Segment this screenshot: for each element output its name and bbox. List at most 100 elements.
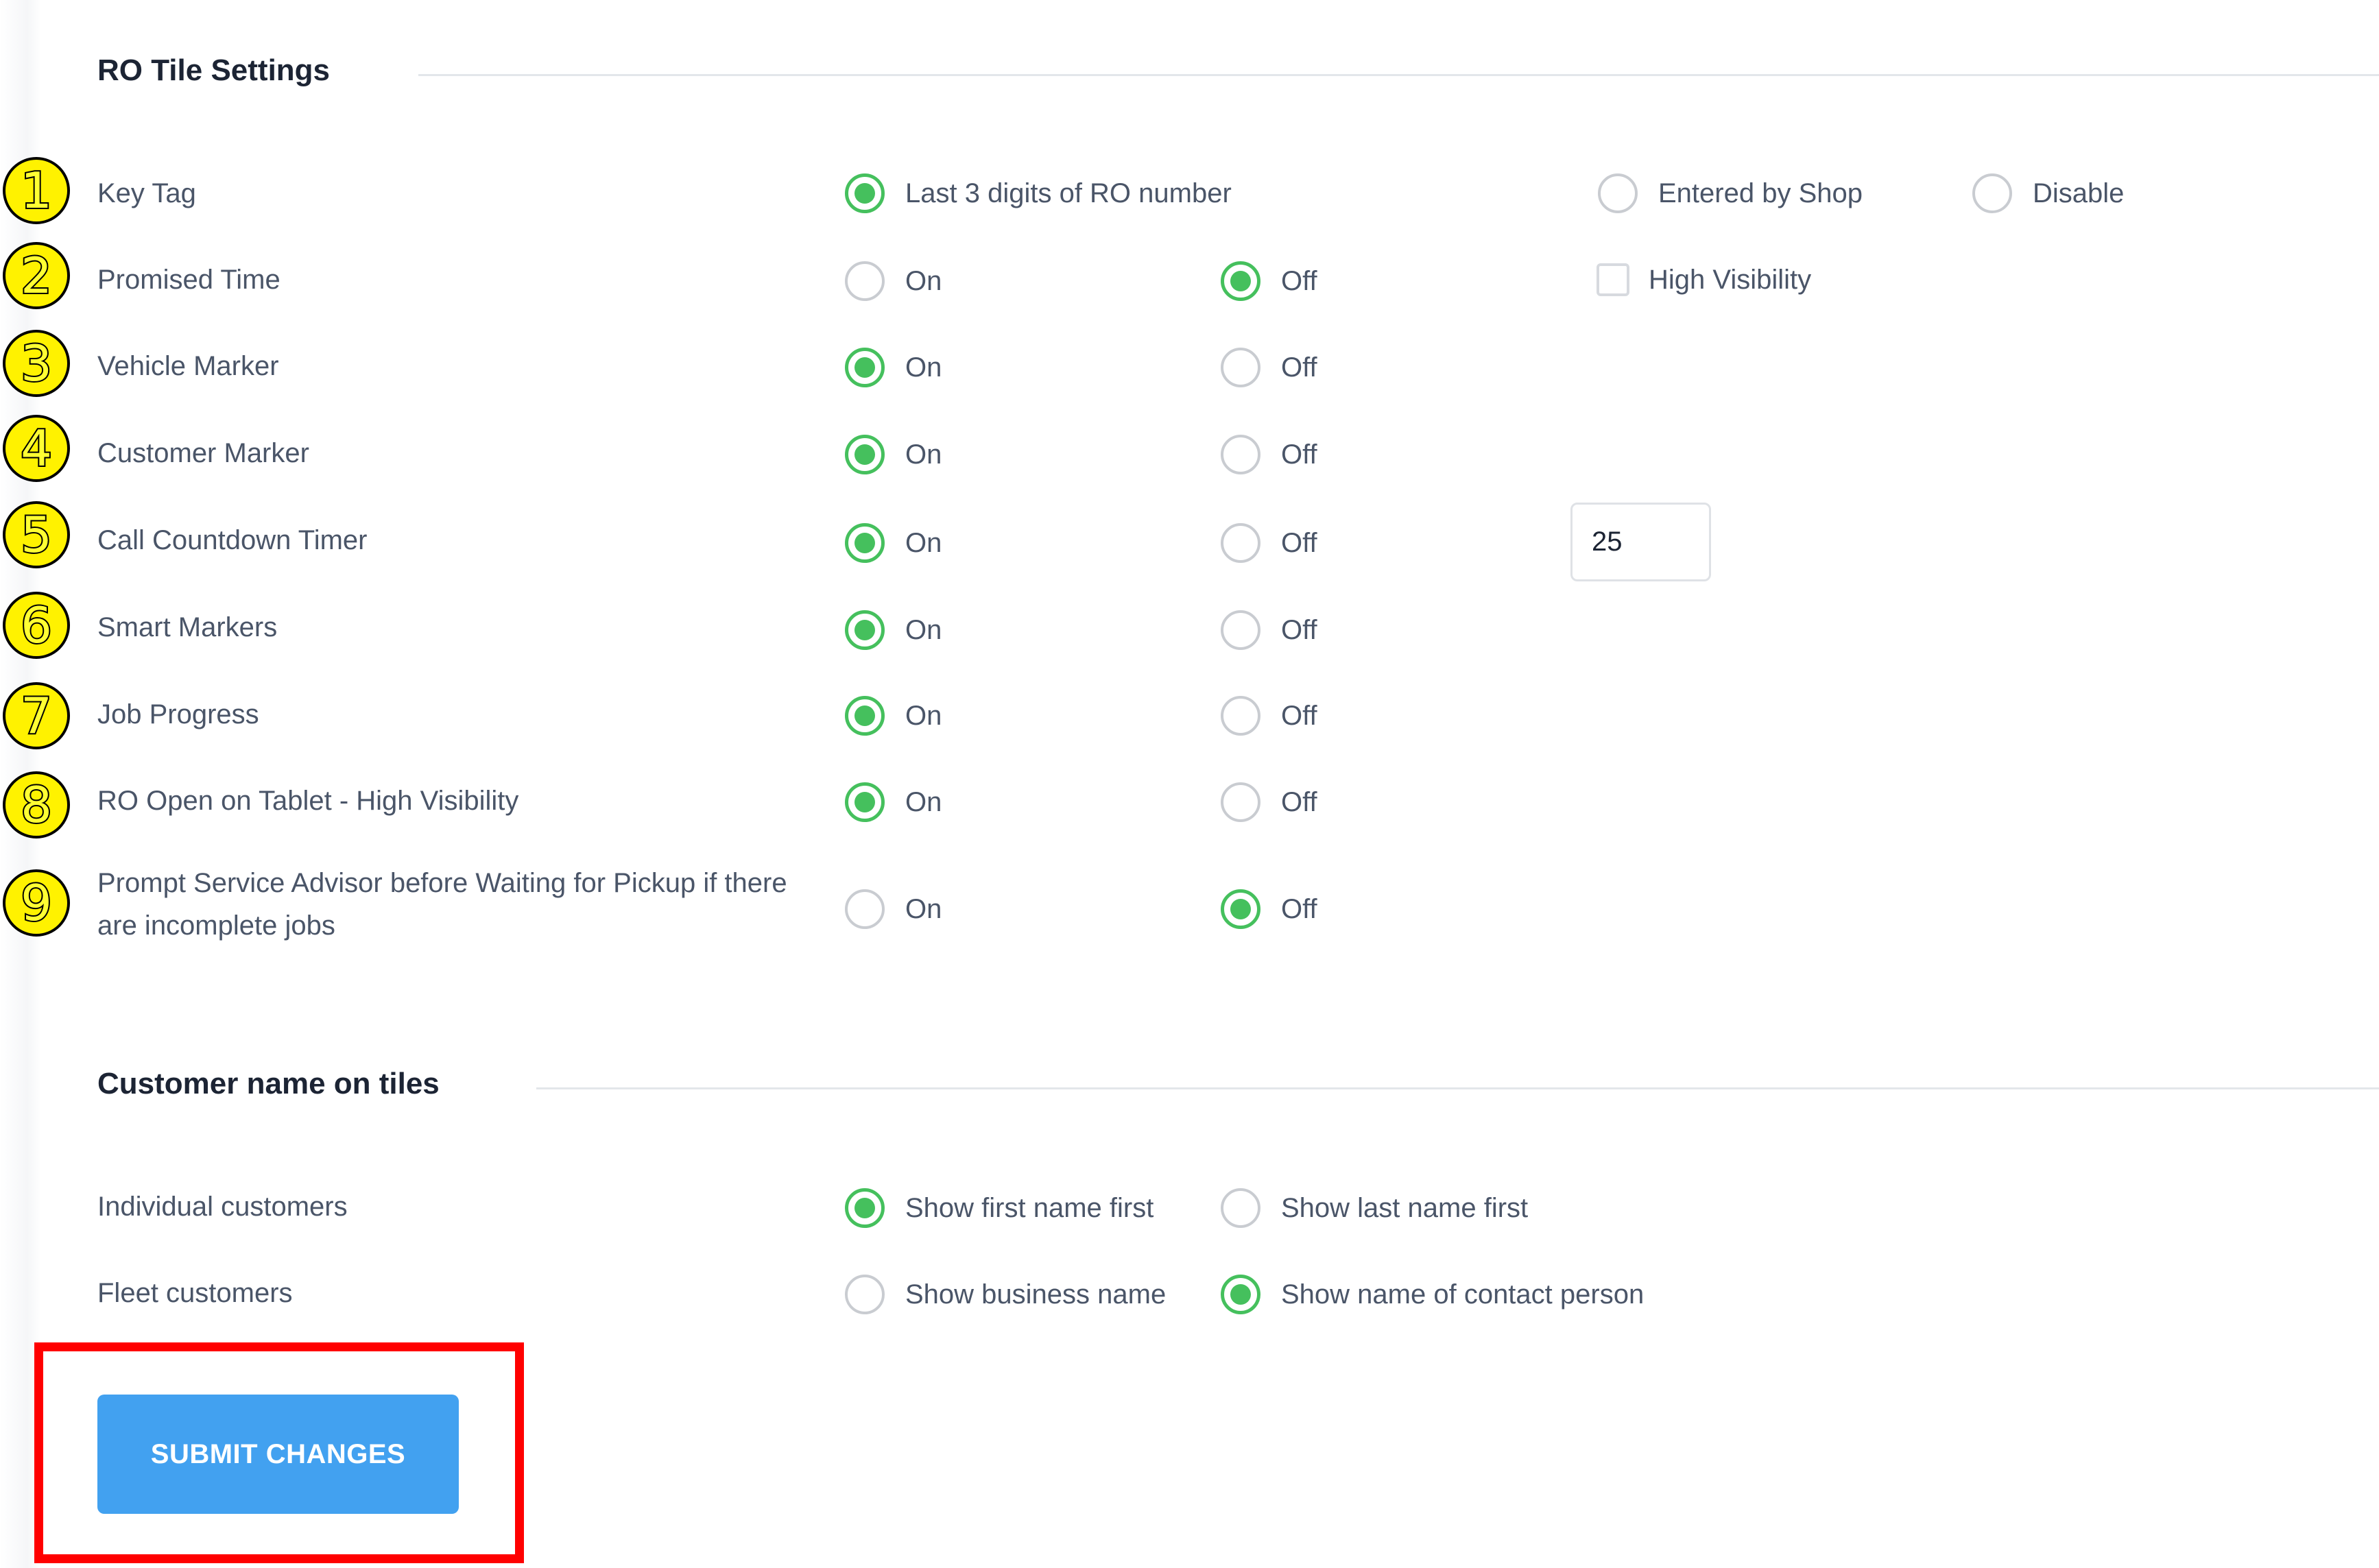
radio-button[interactable]	[1221, 435, 1260, 474]
setting-label: Vehicle Marker	[97, 351, 279, 381]
radio-option[interactable]: Last 3 digits of RO number	[845, 173, 1232, 213]
radio-option[interactable]: On	[845, 696, 942, 736]
radio-button[interactable]	[1221, 889, 1260, 929]
radio-option[interactable]: On	[845, 610, 942, 650]
radio-button[interactable]	[1221, 523, 1260, 563]
radio-label: Off	[1281, 700, 1317, 731]
radio-label: Show last name first	[1281, 1192, 1529, 1223]
radio-button[interactable]	[1972, 173, 2012, 213]
radio-button[interactable]	[845, 523, 885, 563]
radio-option[interactable]: Show last name first	[1221, 1188, 1528, 1228]
setting-label: Fleet customers	[97, 1278, 293, 1308]
setting-label: Key Tag	[97, 178, 196, 208]
setting-label: Job Progress	[97, 699, 259, 729]
radio-button[interactable]	[845, 696, 885, 736]
radio-option[interactable]: Show name of contact person	[1221, 1275, 1644, 1314]
setting-label: Customer Marker	[97, 438, 309, 468]
radio-label: Last 3 digits of RO number	[905, 178, 1232, 208]
countdown-minutes-input[interactable]: 25	[1570, 503, 1711, 581]
step-badge-9: 9	[3, 869, 70, 937]
setting-label: Prompt Service Advisor before Waiting fo…	[97, 868, 787, 941]
radio-label: On	[905, 439, 942, 470]
customer-name-row-fleet: Fleet customers Show business name Show …	[0, 1252, 2379, 1334]
radio-label: Off	[1281, 786, 1317, 817]
radio-button[interactable]	[845, 782, 885, 822]
setting-row-smart-markers: 6 Smart Markers On Off	[0, 586, 2379, 668]
radio-label: Entered by Shop	[1658, 178, 1863, 208]
radio-button[interactable]	[1221, 696, 1260, 736]
radio-label: On	[905, 700, 942, 731]
radio-label: Off	[1281, 893, 1317, 924]
radio-label: On	[905, 614, 942, 645]
radio-button[interactable]	[845, 1188, 885, 1228]
radio-option[interactable]: On	[845, 523, 942, 563]
radio-label: Show name of contact person	[1281, 1279, 1645, 1310]
checkbox-label: High Visibility	[1649, 264, 1812, 295]
radio-option[interactable]: Off	[1221, 348, 1317, 387]
radio-option[interactable]: Off	[1221, 435, 1317, 474]
step-badge-1: 1	[3, 157, 70, 224]
high-visibility-checkbox[interactable]	[1597, 263, 1629, 296]
radio-option[interactable]: Off	[1221, 523, 1317, 563]
setting-row-prompt-service-advisor: 9 Prompt Service Advisor before Waiting …	[0, 846, 2379, 963]
step-badge-8: 8	[3, 771, 70, 839]
radio-button[interactable]	[1221, 1275, 1260, 1314]
section-title-customer-name-on-tiles: Customer name on tiles	[97, 1067, 440, 1100]
radio-label: On	[905, 786, 942, 817]
radio-button[interactable]	[1221, 1188, 1260, 1228]
setting-row-job-progress: 7 Job Progress On Off	[0, 673, 2379, 756]
step-badge-3: 3	[3, 330, 70, 397]
radio-button[interactable]	[1598, 173, 1638, 213]
radio-option[interactable]: On	[845, 782, 942, 822]
radio-label: On	[905, 265, 942, 296]
radio-label: On	[905, 352, 942, 383]
radio-button[interactable]	[1221, 348, 1260, 387]
section-title-ro-tile-settings: RO Tile Settings	[97, 53, 331, 87]
setting-label: RO Open on Tablet - High Visibility	[97, 786, 519, 816]
radio-option[interactable]: On	[845, 889, 942, 929]
radio-option[interactable]: Off	[1221, 261, 1317, 301]
step-badge-2: 2	[3, 242, 70, 309]
radio-label: Off	[1281, 439, 1317, 470]
setting-label: Smart Markers	[97, 612, 278, 642]
radio-label: Disable	[2033, 178, 2125, 208]
radio-button[interactable]	[845, 261, 885, 301]
radio-option[interactable]: Off	[1221, 696, 1317, 736]
section-divider	[418, 74, 2379, 76]
radio-button[interactable]	[845, 348, 885, 387]
radio-label: Show business name	[905, 1279, 1167, 1310]
setting-row-vehicle-marker: 3 Vehicle Marker On Off	[0, 325, 2379, 407]
radio-button[interactable]	[845, 889, 885, 929]
radio-option[interactable]: Disable	[1972, 173, 2124, 213]
radio-option[interactable]: Off	[1221, 782, 1317, 822]
radio-button[interactable]	[845, 173, 885, 213]
setting-label: Individual customers	[97, 1192, 348, 1222]
setting-row-promised-time: 2 Promised Time On Off High Visibility	[0, 239, 2379, 321]
radio-button[interactable]	[845, 1275, 885, 1314]
setting-label: Call Countdown Timer	[97, 525, 368, 555]
radio-option[interactable]: Off	[1221, 610, 1317, 650]
radio-label: Off	[1281, 614, 1317, 645]
radio-label: Off	[1281, 265, 1317, 296]
radio-button[interactable]	[1221, 782, 1260, 822]
radio-option[interactable]: Off	[1221, 889, 1317, 929]
radio-button[interactable]	[845, 610, 885, 650]
radio-button[interactable]	[1221, 261, 1260, 301]
section-divider	[536, 1087, 2379, 1089]
setting-row-key-tag: 1 Key Tag Last 3 digits of RO number Ent…	[0, 152, 2379, 234]
submit-changes-button[interactable]: SUBMIT CHANGES	[97, 1395, 459, 1514]
radio-option[interactable]: On	[845, 261, 942, 301]
setting-row-call-countdown-timer: 5 Call Countdown Timer On Off	[0, 499, 2379, 581]
step-badge-7: 7	[3, 682, 70, 749]
radio-option[interactable]: On	[845, 348, 942, 387]
radio-option[interactable]: On	[845, 435, 942, 474]
high-visibility-checkbox-option[interactable]: High Visibility	[1597, 263, 1811, 296]
radio-button[interactable]	[1221, 610, 1260, 650]
radio-option[interactable]: Entered by Shop	[1598, 173, 1863, 213]
radio-option[interactable]: Show business name	[845, 1275, 1166, 1314]
radio-label: On	[905, 893, 942, 924]
radio-button[interactable]	[845, 435, 885, 474]
radio-label: On	[905, 527, 942, 558]
step-badge-5: 5	[3, 501, 70, 568]
radio-option[interactable]: Show first name first	[845, 1188, 1153, 1228]
